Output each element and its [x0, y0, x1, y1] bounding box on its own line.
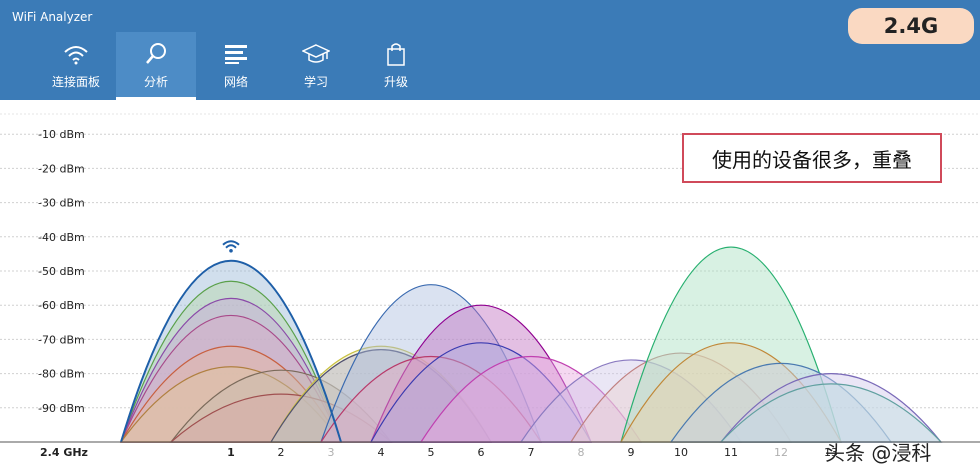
tab-label: 分析 [143, 75, 168, 89]
x-tick-label: 11 [724, 446, 738, 459]
tab-upgrade[interactable]: 升级 [356, 32, 436, 100]
shopping-bag-icon [387, 43, 405, 66]
y-tick-label: -40 dBm [38, 231, 85, 244]
y-tick-label: -80 dBm [38, 368, 85, 381]
y-tick-label: -90 dBm [38, 402, 85, 415]
tab-network[interactable]: 网络 [196, 32, 276, 100]
x-tick-label: 7 [528, 446, 535, 459]
x-tick-label: 3 [328, 446, 335, 459]
tab-analyze[interactable]: 分析 [116, 32, 196, 100]
connected-wifi-icon [222, 240, 240, 253]
tab-learn[interactable]: 学习 [276, 32, 356, 100]
y-tick-label: -50 dBm [38, 265, 85, 278]
tab-label: 连接面板 [51, 75, 100, 89]
x-tick-label: 9 [628, 446, 635, 459]
app-title: WiFi Analyzer [12, 10, 93, 24]
y-tick-label: -30 dBm [38, 197, 85, 210]
tab-label: 升级 [383, 75, 408, 89]
tab-label: 学习 [303, 75, 328, 89]
graduation-cap-icon [302, 44, 330, 63]
annotation-callout: 使用的设备很多，重叠 [682, 133, 942, 183]
x-tick-label: 2 [278, 446, 285, 459]
x-axis-label: 2.4 GHz [40, 446, 88, 459]
x-tick-label: 8 [578, 446, 585, 459]
x-tick-label: 1 [227, 446, 235, 459]
x-tick-label: 6 [478, 446, 485, 459]
y-tick-label: -20 dBm [38, 162, 85, 175]
y-tick-label: -10 dBm [38, 128, 85, 141]
x-tick-label: 5 [428, 446, 435, 459]
wifi-icon [64, 46, 88, 65]
x-tick-label: 4 [378, 446, 385, 459]
y-tick-label: -70 dBm [38, 333, 85, 346]
band-badge: 2.4G [848, 8, 974, 44]
tab-label: 网络 [223, 75, 248, 89]
y-tick-label: -60 dBm [38, 299, 85, 312]
tab-connect-panel[interactable]: 连接面板 [36, 32, 116, 100]
x-tick-label: 12 [774, 446, 788, 459]
title-bar: WiFi Analyzer 连接面板 分析 网络 学习 升级 2.4G [0, 0, 980, 100]
search-icon [146, 43, 166, 64]
list-icon [225, 45, 247, 64]
watermark: 头条 @浸科 [825, 441, 932, 465]
x-tick-label: 10 [674, 446, 688, 459]
